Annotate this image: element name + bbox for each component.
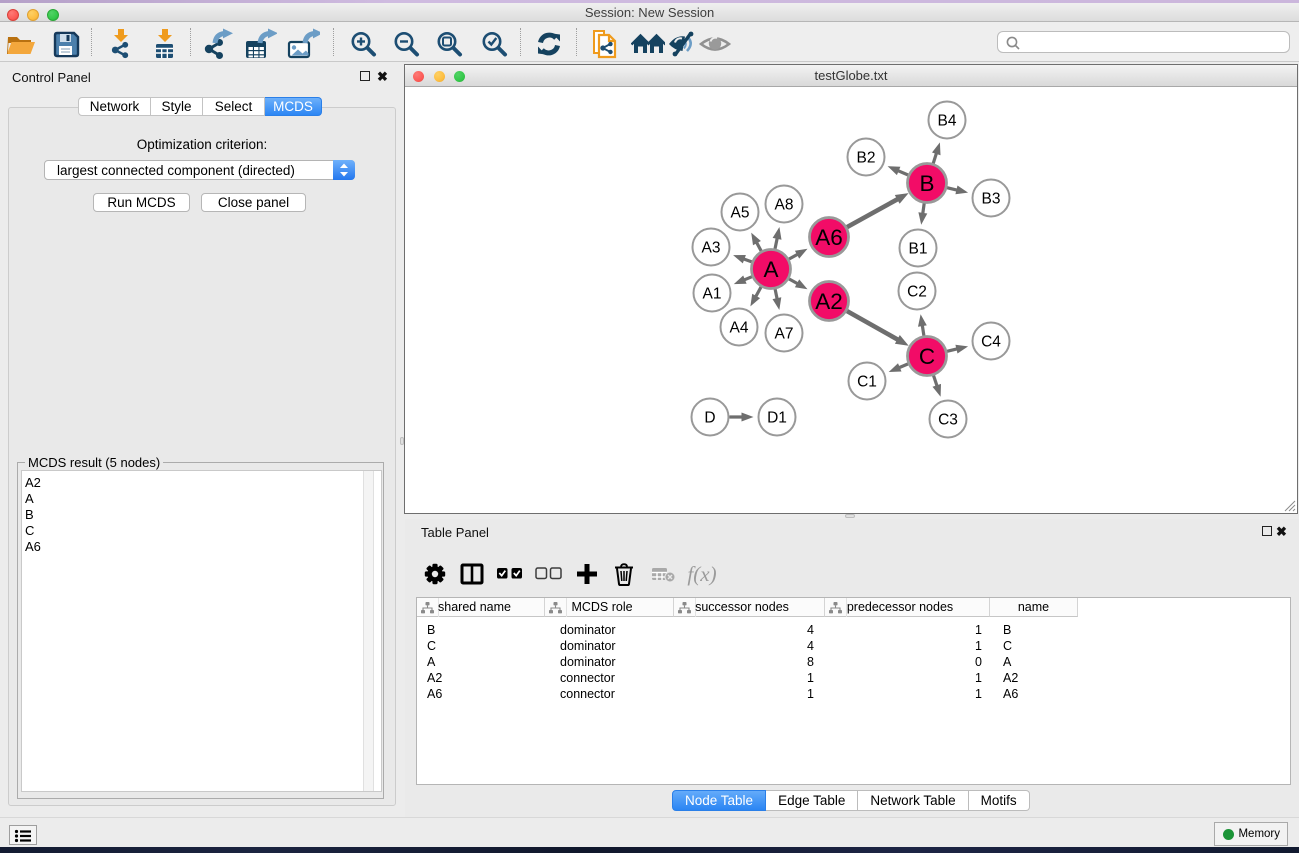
svg-text:B3: B3 — [982, 191, 1001, 208]
svg-text:A7: A7 — [775, 326, 794, 343]
svg-text:A3: A3 — [702, 240, 721, 257]
svg-text:B1: B1 — [909, 241, 928, 258]
svg-text:D: D — [704, 410, 715, 427]
svg-text:A5: A5 — [731, 205, 750, 222]
svg-text:A8: A8 — [775, 197, 794, 214]
svg-text:A2: A2 — [815, 289, 843, 314]
svg-text:A: A — [763, 257, 778, 282]
svg-text:A1: A1 — [703, 286, 722, 303]
svg-text:C3: C3 — [938, 412, 958, 429]
svg-text:C4: C4 — [981, 334, 1001, 351]
svg-text:C1: C1 — [857, 374, 877, 391]
svg-text:C: C — [919, 344, 935, 369]
svg-text:D1: D1 — [767, 410, 787, 427]
svg-text:A4: A4 — [730, 320, 749, 337]
svg-text:B: B — [919, 171, 934, 196]
svg-text:B2: B2 — [857, 150, 876, 167]
svg-text:A6: A6 — [815, 225, 843, 250]
svg-text:B4: B4 — [938, 113, 957, 130]
svg-text:C2: C2 — [907, 284, 927, 301]
